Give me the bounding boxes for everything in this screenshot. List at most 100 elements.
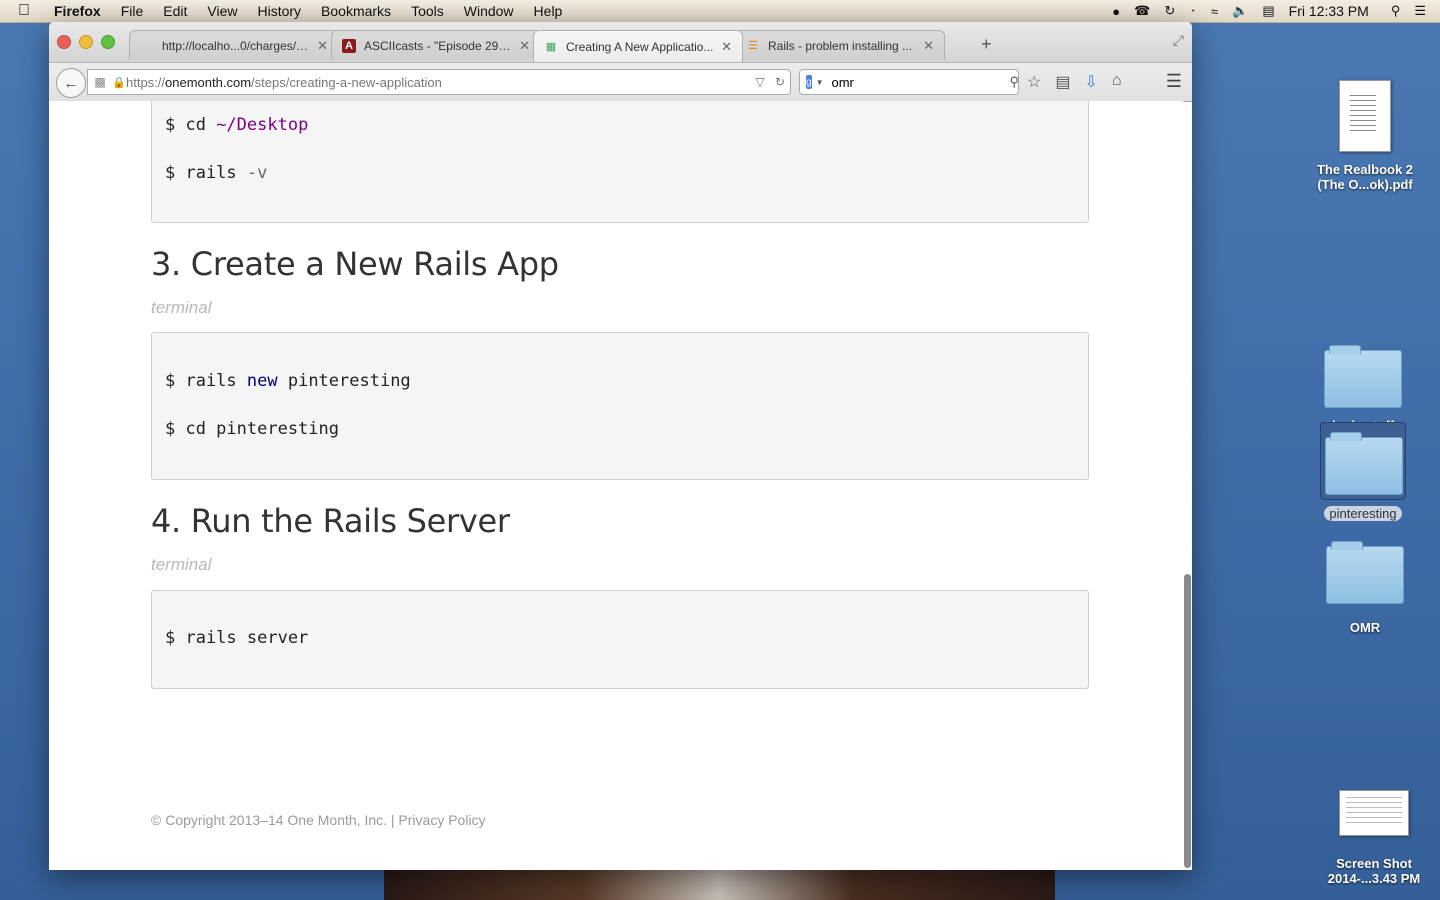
menubar:  Firefox File Edit View History Bookmar…	[0, 0, 1440, 23]
selection-highlight	[1320, 422, 1406, 500]
tab-label: http://localho...0/charges/new	[162, 38, 312, 53]
scrollbar[interactable]	[1183, 101, 1191, 870]
hamburger-menu-icon[interactable]: ☰	[1166, 71, 1182, 92]
page-content: $ cd ~/Desktop $ rails -v 3. Create a Ne…	[49, 101, 1183, 870]
tab-creating-new-application[interactable]: ▦ Creating A New Applicatio... ✕	[533, 30, 743, 62]
close-tab-icon[interactable]: ✕	[519, 38, 530, 54]
menu-help[interactable]: Help	[534, 3, 563, 19]
section-4-heading: 4. Run the Rails Server	[151, 502, 510, 540]
menu-history[interactable]: History	[257, 3, 301, 19]
footer-copyright[interactable]: © Copyright 2013–14 One Month, Inc. | Pr…	[151, 812, 486, 828]
tab-asciicasts[interactable]: A ASCIIcasts - "Episode 298... ✕	[331, 30, 541, 60]
tab-rails-problem[interactable]: ☰ Rails - problem installing ... ✕	[735, 30, 945, 60]
search-icon[interactable]: ⚲	[1009, 74, 1019, 90]
downloads-icon[interactable]: ⇩	[1084, 72, 1097, 92]
arrow-left-icon: ←	[63, 74, 79, 92]
status-app-icon[interactable]: ●	[1112, 4, 1120, 19]
code-keyword: new	[246, 371, 278, 391]
code-line: $ rails new pinteresting	[165, 371, 411, 391]
stackoverflow-icon: ☰	[748, 40, 758, 52]
minimize-window-button[interactable]	[79, 35, 93, 49]
bookmark-star-icon[interactable]: ☆	[1027, 72, 1041, 92]
close-tab-icon[interactable]: ✕	[721, 39, 732, 55]
google-engine-icon[interactable]: g	[806, 75, 812, 89]
toolbar-icons: ☆ ▤ ⇩ ⌂	[1027, 72, 1122, 92]
bookmarks-menu-icon[interactable]: ▤	[1055, 72, 1070, 92]
code-line: $ rails server	[165, 628, 309, 648]
engine-dropdown-icon[interactable]: ▼	[816, 78, 824, 87]
wifi-icon[interactable]: ≈	[1211, 4, 1218, 19]
code-flag: -v	[246, 163, 268, 183]
desktop-icon-label: (The O...ok).pdf	[1317, 177, 1413, 192]
tab-label: Rails - problem installing ...	[768, 38, 913, 53]
spotlight-icon[interactable]: ⚲	[1391, 3, 1401, 19]
code-text: $ cd	[165, 115, 217, 135]
apple-menu-icon[interactable]: 	[18, 2, 40, 20]
url-prefix: https://	[126, 74, 166, 90]
section-3-label: terminal	[151, 298, 212, 317]
home-icon[interactable]: ⌂	[1112, 72, 1122, 92]
url-text[interactable]: https://onemonth.com/steps/creating-a-ne…	[126, 75, 750, 90]
menu-file[interactable]: File	[121, 3, 144, 19]
folder-icon	[1325, 432, 1403, 495]
blank-page-icon	[140, 39, 154, 53]
desktop-icon-omr[interactable]: OMR	[1320, 541, 1410, 635]
url-domain: onemonth.com	[165, 74, 252, 90]
tab-label: Creating A New Applicatio...	[566, 39, 714, 54]
volume-icon[interactable]: 🔈	[1232, 3, 1248, 19]
close-tab-icon[interactable]: ✕	[923, 38, 934, 54]
reload-icon[interactable]: ↻	[770, 75, 790, 89]
battery-icon[interactable]: ▤	[1262, 3, 1274, 19]
back-button[interactable]: ←	[56, 68, 86, 98]
menubar-clock[interactable]: Fri 12:33 PM	[1289, 3, 1369, 19]
code-line: $ cd ~/Desktop	[165, 115, 308, 135]
time-machine-icon[interactable]: ↻	[1164, 3, 1175, 19]
code-text: $ rails	[165, 163, 247, 183]
desktop-icon-label: pinteresting	[1324, 506, 1402, 521]
desktop-icon-label: 2014-...3.43 PM	[1327, 871, 1421, 886]
tab-strip: http://localho...0/charges/new ✕ A ASCII…	[49, 22, 1192, 63]
new-tab-icon[interactable]: +	[981, 34, 992, 55]
code-text: $ rails	[165, 371, 247, 391]
status-menus: ● ☎ ↻ ᛫ ≈ 🔈 ▤ Fri 12:33 PM ⚲ ☰	[1112, 0, 1440, 22]
menu-bookmarks[interactable]: Bookmarks	[321, 3, 391, 19]
page-identity-icon[interactable]: ▩	[88, 75, 112, 89]
code-block-new-app: $ rails new pinteresting $ cd pinteresti…	[151, 332, 1089, 480]
asciicasts-icon: A	[342, 38, 356, 53]
desktop-icon-logic-stuff[interactable]: logic stuff	[1318, 345, 1408, 433]
url-history-dropdown-icon[interactable]: ▽	[750, 75, 770, 89]
zoom-window-button[interactable]	[101, 35, 115, 49]
desktop-icon-label: Screen Shot	[1336, 856, 1412, 871]
menu-window[interactable]: Window	[464, 3, 514, 19]
menu-edit[interactable]: Edit	[163, 3, 187, 19]
url-bar[interactable]: ▩ 🔒 https://onemonth.com/steps/creating-…	[87, 69, 791, 95]
scrollbar-thumb[interactable]	[1184, 574, 1191, 868]
code-line: $ cd pinteresting	[165, 419, 339, 439]
fullscreen-icon[interactable]: ⤢	[1173, 32, 1184, 49]
lock-icon: 🔒	[112, 76, 126, 89]
pdf-file-icon	[1339, 80, 1391, 152]
phone-icon[interactable]: ☎	[1134, 3, 1150, 19]
search-input[interactable]	[829, 73, 1010, 91]
close-tab-icon[interactable]: ✕	[317, 38, 328, 54]
section-3-heading: 3. Create a New Rails App	[151, 245, 559, 283]
menu-tools[interactable]: Tools	[411, 3, 444, 19]
close-window-button[interactable]	[57, 35, 71, 49]
menu-view[interactable]: View	[207, 3, 237, 19]
desktop-icon-realbook-pdf[interactable]: The Realbook 2 (The O...ok).pdf	[1310, 80, 1420, 192]
bluetooth-icon[interactable]: ᛫	[1189, 4, 1197, 19]
onemonth-icon: ▦	[545, 41, 557, 53]
menu-app-firefox[interactable]: Firefox	[54, 3, 101, 19]
window-controls	[57, 35, 115, 49]
code-path: ~/Desktop	[216, 115, 309, 135]
url-path: /steps/creating-a-new-application	[251, 74, 442, 90]
desktop-icon-pinteresting[interactable]: pinteresting	[1320, 422, 1406, 521]
screenshot-file-icon	[1339, 790, 1409, 836]
navigation-toolbar: ← ▩ 🔒 https://onemonth.com/steps/creatin…	[49, 63, 1192, 102]
desktop-icon-screenshot[interactable]: Screen Shot 2014-...3.43 PM	[1318, 790, 1430, 886]
notification-center-icon[interactable]: ☰	[1414, 3, 1426, 19]
section-4-label: terminal	[151, 555, 212, 574]
code-block-navigate: $ cd ~/Desktop $ rails -v	[151, 101, 1089, 223]
tab-label: ASCIIcasts - "Episode 298...	[364, 38, 514, 53]
tab-localhost-charges[interactable]: http://localho...0/charges/new ✕	[129, 30, 339, 60]
